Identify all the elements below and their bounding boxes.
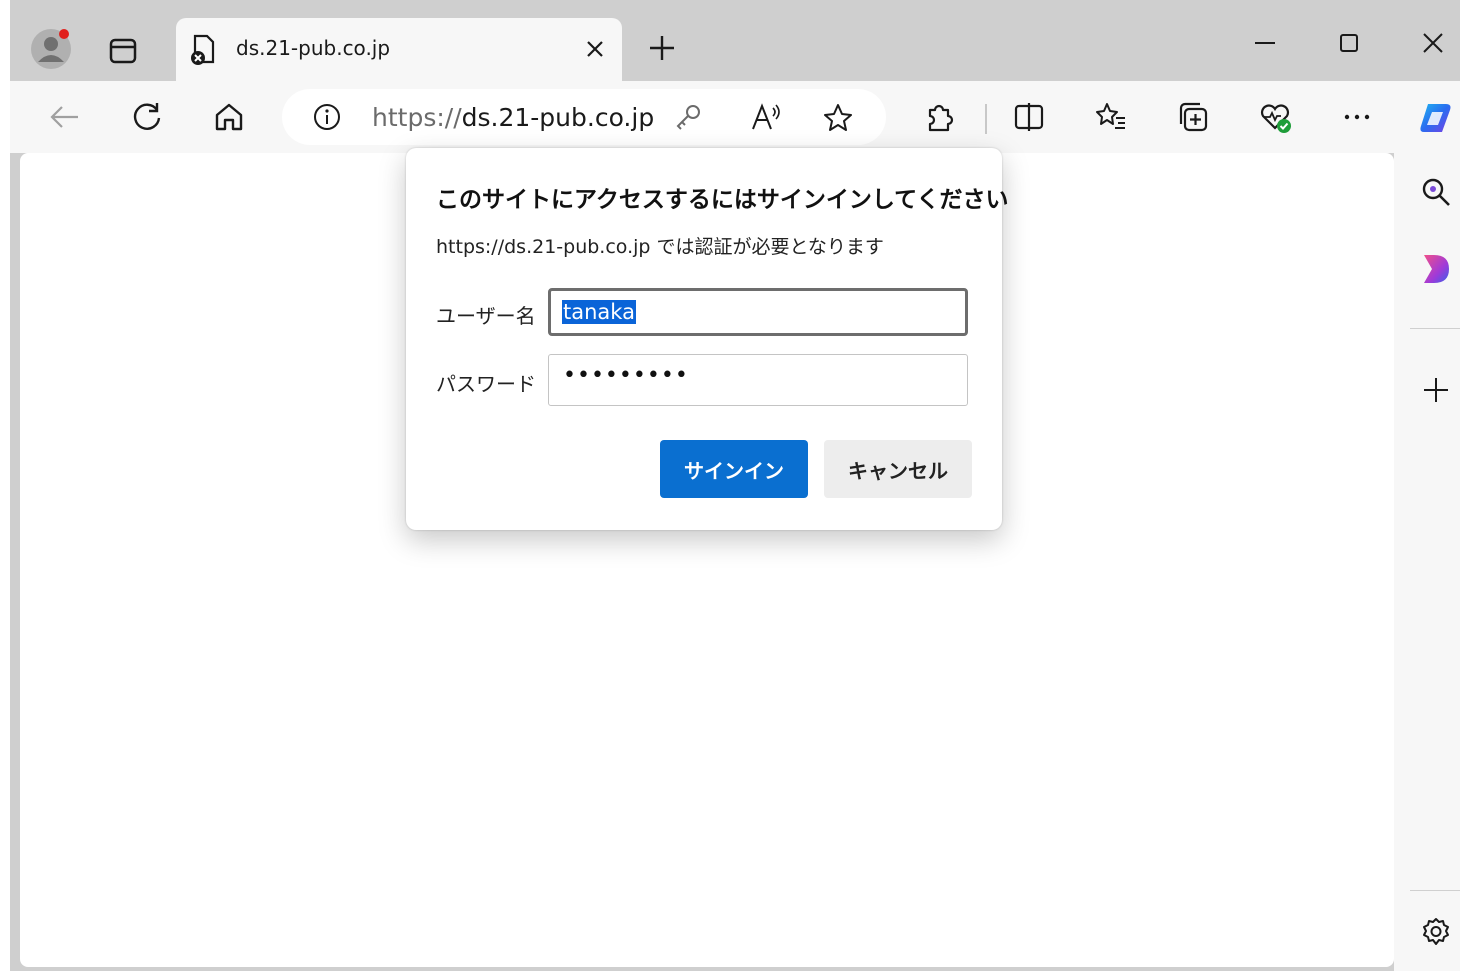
password-field[interactable]: ••••••••• [548, 354, 968, 406]
dialog-title: このサイトにアクセスするにはサインインしてください [436, 187, 1009, 213]
back-icon[interactable] [48, 100, 82, 134]
close-window-icon[interactable] [1420, 30, 1446, 56]
username-value: tanaka [562, 300, 636, 324]
tab-title: ds.21-pub.co.jp [236, 36, 391, 60]
more-icon[interactable] [1340, 100, 1374, 134]
page-error-icon [188, 34, 218, 66]
password-label: パスワード [436, 372, 536, 396]
browser-essentials-icon[interactable] [1258, 100, 1292, 134]
cancel-button[interactable]: キャンセル [824, 440, 972, 498]
read-aloud-icon[interactable] [750, 102, 784, 136]
dialog-subtitle: https://ds.21-pub.co.jp では認証が必要となります [436, 236, 884, 258]
toolbar-divider [985, 104, 987, 134]
signin-dialog: このサイトにアクセスするにはサインインしてください https://ds.21-… [406, 148, 1008, 530]
address-bar[interactable]: https://ds.21-pub.co.jp [282, 89, 886, 145]
password-key-icon[interactable] [674, 103, 702, 135]
favorites-icon[interactable] [1094, 100, 1128, 134]
tab-actions-icon[interactable] [108, 36, 138, 66]
maximize-icon[interactable] [1336, 30, 1362, 56]
info-icon[interactable] [312, 102, 342, 136]
desktop-edge [0, 0, 10, 971]
refresh-icon[interactable] [130, 100, 164, 134]
split-screen-icon[interactable] [1012, 100, 1046, 134]
url-host: ds.21-pub.co.jp [461, 103, 655, 132]
password-mask: ••••••••• [563, 363, 689, 388]
new-tab-icon[interactable] [648, 34, 676, 62]
home-icon[interactable] [212, 100, 246, 134]
search-icon[interactable] [1420, 176, 1452, 212]
close-icon[interactable] [584, 38, 606, 60]
extensions-icon[interactable] [922, 100, 956, 134]
collections-icon[interactable] [1176, 100, 1210, 134]
address-url[interactable]: https://ds.21-pub.co.jp [372, 103, 654, 132]
tab-active[interactable]: ds.21-pub.co.jp [176, 18, 622, 82]
copilot-icon[interactable] [1416, 98, 1456, 138]
username-field[interactable]: tanaka [548, 288, 968, 336]
minimize-icon[interactable] [1252, 30, 1278, 56]
sidebar-divider [1410, 328, 1460, 329]
username-label: ユーザー名 [436, 304, 536, 328]
add-icon[interactable] [1422, 376, 1450, 408]
profile-icon[interactable] [30, 28, 72, 70]
favorite-star-icon[interactable] [822, 102, 854, 138]
settings-icon[interactable] [1420, 916, 1452, 952]
sidebar-divider-bottom [1410, 890, 1460, 891]
url-scheme: https:// [372, 103, 462, 132]
signin-button[interactable]: サインイン [660, 440, 808, 498]
designer-icon[interactable] [1420, 252, 1452, 290]
